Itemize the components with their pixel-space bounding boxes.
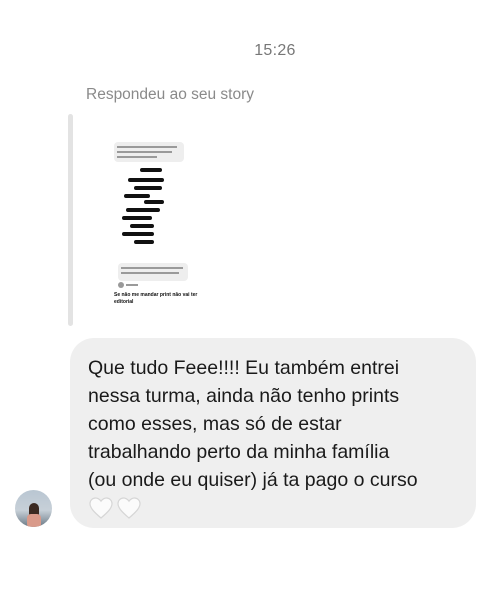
message-text: Que tudo Feee!!!! Eu também entrei nessa… xyxy=(88,357,418,491)
story-text-line xyxy=(117,156,157,158)
redaction-scribble xyxy=(140,168,162,172)
redaction-scribble xyxy=(134,240,154,244)
story-text-line xyxy=(126,284,138,286)
sender-avatar[interactable] xyxy=(15,490,52,527)
story-avatar-icon xyxy=(118,282,124,288)
message-bubble[interactable]: Que tudo Feee!!!! Eu também entrei nessa… xyxy=(70,338,476,528)
story-reply-label: Respondeu ao seu story xyxy=(86,86,255,103)
story-thumbnail[interactable]: Se não me mandar print não vai ter edito… xyxy=(104,128,200,320)
white-heart-icon xyxy=(117,497,141,519)
avatar-figure-body xyxy=(27,514,41,527)
emoji-row xyxy=(88,496,462,520)
redaction-scribble xyxy=(122,232,154,236)
story-caption: Se não me mandar print não vai ter edito… xyxy=(114,292,198,305)
reply-indicator-bar xyxy=(68,114,73,326)
redaction-scribble xyxy=(144,200,164,204)
story-text-line xyxy=(121,272,179,274)
redaction-scribble xyxy=(134,186,162,190)
redaction-scribble xyxy=(128,178,164,182)
story-text-line xyxy=(121,267,183,269)
message-timestamp: 15:26 xyxy=(254,42,296,59)
redaction-scribble xyxy=(124,194,150,198)
story-text-line xyxy=(117,146,177,148)
redaction-scribble xyxy=(130,224,154,228)
redaction-scribble xyxy=(126,208,160,212)
redaction-scribble xyxy=(122,216,152,220)
white-heart-icon xyxy=(89,497,113,519)
story-text-line xyxy=(117,151,172,153)
